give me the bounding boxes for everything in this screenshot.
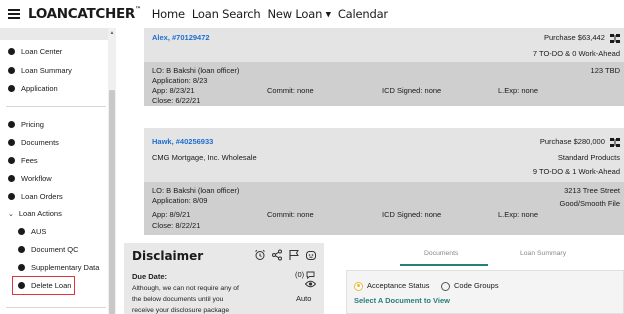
loan-app-date: App: 8/23/21 <box>152 86 195 95</box>
auto-label: Auto <box>296 294 312 303</box>
loan-card[interactable]: Alex, #70129472 Purchase $63,442 7 TO-DO… <box>144 28 624 106</box>
sidebar-scrollbar[interactable]: ▲ <box>108 28 116 314</box>
sidebar-header-strip <box>0 28 108 40</box>
loan-product: Standard Products <box>557 153 620 162</box>
delete-loan-highlight-box <box>12 276 75 295</box>
sidebar-item-pricing[interactable]: Pricing <box>8 120 44 129</box>
acceptance-status-radio[interactable]: Acceptance Status <box>354 281 430 291</box>
loan-icd-signed: ICD Signed: none <box>382 86 442 95</box>
active-tab-indicator <box>400 264 488 266</box>
loan-officer: LO: B Bakshi (loan officer) <box>152 186 240 195</box>
loan-close-date: Close: 8/22/21 <box>152 221 201 230</box>
acceptance-panel: Acceptance Status Code Groups Select A D… <box>346 270 624 314</box>
code-groups-radio[interactable]: Code Groups <box>441 281 499 291</box>
tab-documents[interactable]: Documents <box>424 250 458 257</box>
bullet-icon <box>18 246 25 253</box>
loan-close-date: Close: 6/22/21 <box>152 96 201 105</box>
disclaimer-toolbar <box>254 249 322 261</box>
main-content: Alex, #70129472 Purchase $63,442 7 TO-DO… <box>118 28 624 314</box>
chevron-down-icon: ⌄ <box>8 210 14 218</box>
sidebar-item-aus[interactable]: AUS <box>18 227 46 236</box>
share-icon[interactable] <box>271 249 283 261</box>
select-document-prompt[interactable]: Select A Document to View <box>354 296 450 305</box>
loan-lender: CMG Mortgage, Inc. Wholesale <box>152 153 257 162</box>
loan-application-date: Application: 8/23 <box>152 76 208 85</box>
loan-officer: LO: B Bakshi (loan officer) <box>152 66 240 75</box>
alarm-clock-icon[interactable] <box>254 249 266 261</box>
radio-selected-icon <box>354 281 363 291</box>
scroll-up-arrow-icon[interactable]: ▲ <box>108 30 116 36</box>
sidebar-item-loan-center[interactable]: Loan Center <box>8 47 62 56</box>
hamburger-menu-icon[interactable] <box>8 9 20 19</box>
comment-count[interactable]: (0) <box>295 270 315 280</box>
bullet-icon <box>8 67 15 74</box>
loan-purchase-amount: Purchase $280,000 <box>540 137 620 147</box>
scroll-thumb[interactable] <box>109 90 115 314</box>
sidebar-item-supplementary-data[interactable]: Supplementary Data <box>18 263 99 272</box>
radio-empty-icon <box>441 281 450 291</box>
disclaimer-title: Disclaimer <box>132 249 204 263</box>
disclaimer-text: Although, we can not require any of the … <box>132 285 239 314</box>
nav-home[interactable]: Home <box>152 7 185 21</box>
loan-todo-count: 7 TO-DO & 0 Work-Ahead <box>532 49 620 58</box>
loan-icd-signed: ICD Signed: none <box>382 210 442 219</box>
loancatcher-logo[interactable]: LOANCATCHER™ <box>28 6 141 22</box>
sidebar-item-application[interactable]: Application <box>8 84 58 93</box>
chevron-down-icon: ▼ <box>325 10 331 19</box>
nav-calendar[interactable]: Calendar <box>338 7 388 21</box>
org-tree-icon <box>610 137 620 147</box>
loan-address: 123 TBD <box>590 66 620 75</box>
loan-address: 3213 Tree Street <box>564 186 620 195</box>
org-tree-icon <box>610 33 620 43</box>
bullet-icon <box>18 264 25 271</box>
loan-lock-expiry: L.Exp: none <box>498 86 539 95</box>
loan-lock-expiry: L.Exp: none <box>498 210 539 219</box>
document-tabs: Documents Loan Summary <box>366 246 624 266</box>
loan-application-date: Application: 8/09 <box>152 196 208 205</box>
loan-purchase-amount: Purchase $63,442 <box>544 33 620 43</box>
loan-commit: Commit: none <box>267 210 314 219</box>
sidebar-item-loan-orders[interactable]: Loan Orders <box>8 192 63 201</box>
sidebar-item-document-qc[interactable]: Document QC <box>18 245 79 254</box>
main-nav: Home Loan Search New Loan ▼ Calendar <box>152 7 395 21</box>
loan-file-status: Good/Smooth File <box>559 199 620 208</box>
bullet-icon <box>8 48 15 55</box>
top-navigation-bar: LOANCATCHER™ Home Loan Search New Loan ▼… <box>0 0 624 28</box>
tab-loan-summary[interactable]: Loan Summary <box>520 250 566 257</box>
nav-new-loan[interactable]: New Loan ▼ <box>267 7 331 21</box>
bullet-icon <box>8 175 15 182</box>
due-date-label: Due Date: <box>132 272 168 281</box>
bullet-icon <box>8 157 15 164</box>
loan-detail-panel: LO: B Bakshi (loan officer) 3213 Tree St… <box>144 182 624 235</box>
loan-detail-panel: LO: B Bakshi (loan officer) 123 TBD Appl… <box>144 62 624 106</box>
bullet-icon <box>8 121 15 128</box>
bullet-icon <box>8 193 15 200</box>
bullet-icon <box>18 228 25 235</box>
sidebar-group-loan-actions[interactable]: ⌄ Loan Actions <box>8 209 62 218</box>
sidebar-item-loan-summary[interactable]: Loan Summary <box>8 66 72 75</box>
bullet-icon <box>8 139 15 146</box>
comment-bubble-icon <box>306 271 315 280</box>
sidebar-divider <box>6 307 106 308</box>
loan-commit: Commit: none <box>267 86 314 95</box>
bot-face-icon[interactable] <box>305 249 317 261</box>
disclaimer-panel: Disclaimer Due Date: (0) Although, we ca… <box>124 243 324 314</box>
loan-app-date: App: 8/9/21 <box>152 210 191 219</box>
loan-card[interactable]: Hawk, #40256933 Purchase $280,000 CMG Mo… <box>144 128 624 235</box>
loan-name-link[interactable]: Hawk, #40256933 <box>152 137 213 146</box>
loan-todo-count: 9 TO-DO & 1 Work-Ahead <box>532 167 620 176</box>
flag-icon[interactable] <box>288 249 300 261</box>
bullet-icon <box>8 85 15 92</box>
nav-loan-search[interactable]: Loan Search <box>192 7 261 21</box>
loan-name-link[interactable]: Alex, #70129472 <box>152 33 210 42</box>
eye-icon[interactable] <box>305 280 316 288</box>
sidebar: ▲ Loan Center Loan Summary Application P… <box>0 28 118 314</box>
sidebar-item-documents[interactable]: Documents <box>8 138 59 147</box>
sidebar-divider <box>6 106 106 107</box>
sidebar-item-workflow[interactable]: Workflow <box>8 174 52 183</box>
sidebar-item-fees[interactable]: Fees <box>8 156 38 165</box>
